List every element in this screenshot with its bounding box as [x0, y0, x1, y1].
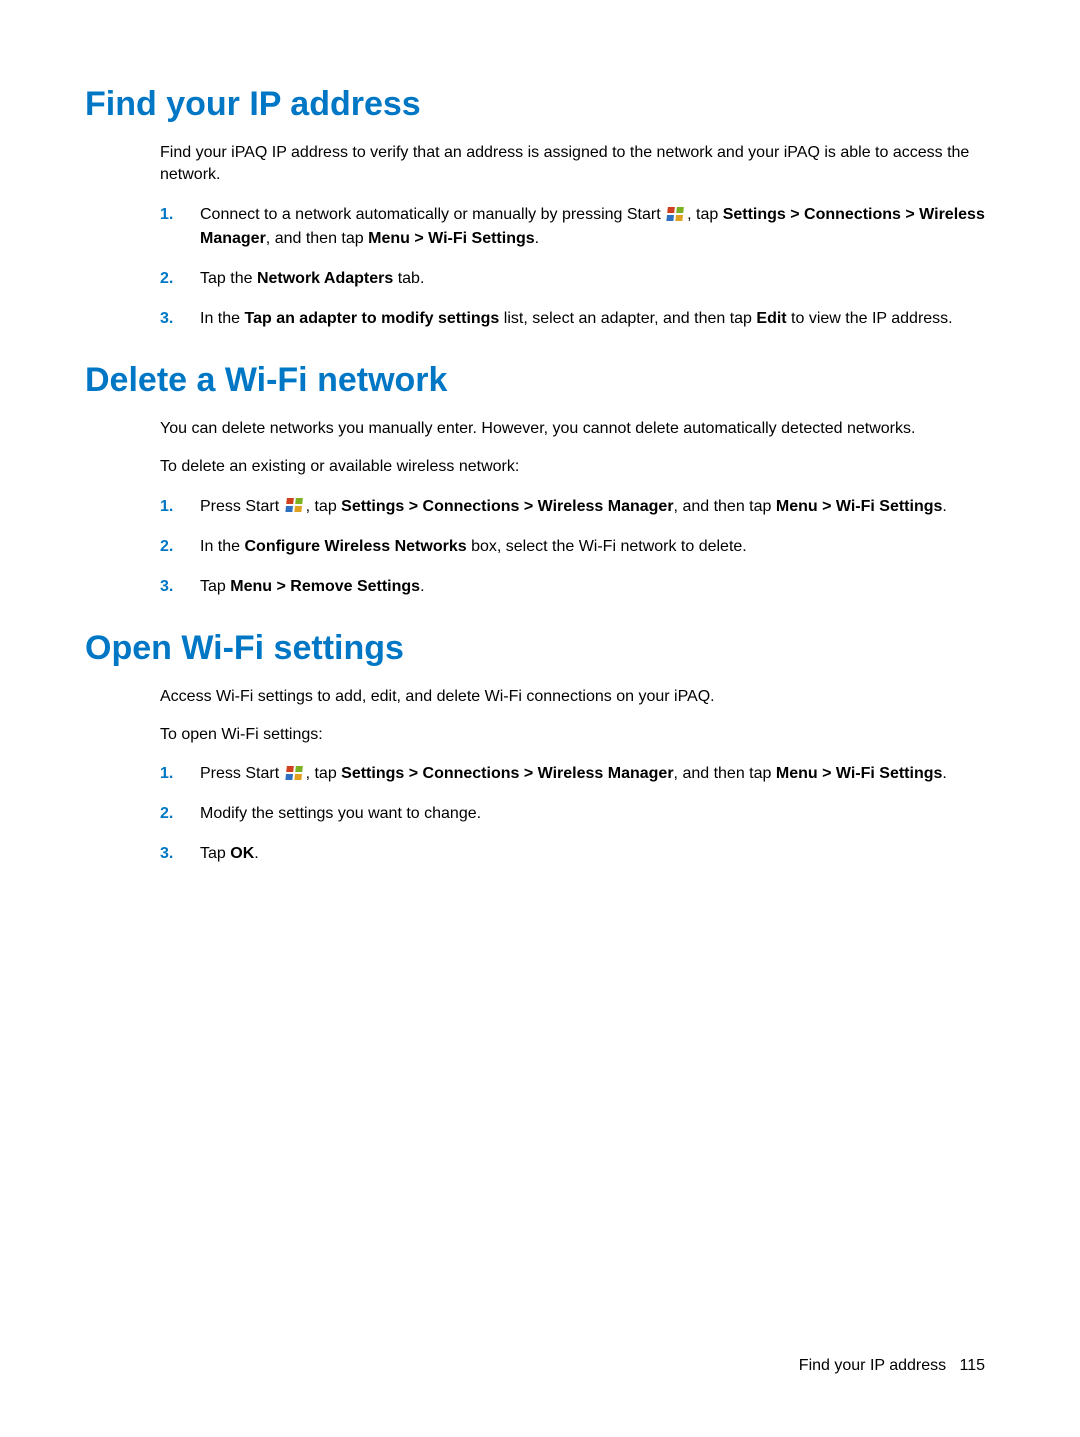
intro-text-3b: To open Wi-Fi settings:: [160, 724, 985, 746]
list-item: 2. Modify the settings you want to chang…: [160, 802, 985, 826]
text-fragment: list, select an adapter, and then tap: [499, 310, 756, 327]
page-footer: Find your IP address 115: [799, 1357, 985, 1375]
bold-text: Network Adapters: [257, 270, 393, 287]
list-item: 3. In the Tap an adapter to modify setti…: [160, 307, 985, 331]
bold-text: Menu > Remove Settings: [230, 578, 420, 595]
step-number: 2.: [160, 267, 200, 291]
text-fragment: .: [942, 498, 946, 515]
bold-text: Configure Wireless Networks: [244, 538, 466, 555]
document-page: Find your IP address Find your iPAQ IP a…: [0, 0, 1080, 942]
text-fragment: Tap: [200, 845, 230, 862]
step-number: 3.: [160, 575, 200, 599]
list-item: 2. In the Configure Wireless Networks bo…: [160, 535, 985, 559]
list-item: 3. Tap Menu > Remove Settings.: [160, 575, 985, 599]
step-number: 1.: [160, 203, 200, 251]
step-content: Tap Menu > Remove Settings.: [200, 575, 985, 599]
text-fragment: .: [535, 230, 539, 247]
text-fragment: , tap: [306, 765, 342, 782]
page-number: 115: [959, 1357, 985, 1374]
start-icon: [286, 766, 304, 782]
text-fragment: Press Start: [200, 765, 284, 782]
text-fragment: , and then tap: [674, 765, 776, 782]
step-content: Connect to a network automatically or ma…: [200, 203, 985, 251]
bold-text: Settings > Connections > Wireless Manage…: [341, 498, 673, 515]
text-fragment: , and then tap: [674, 498, 776, 515]
step-content: Press Start , tap Settings > Connections…: [200, 762, 985, 786]
text-fragment: , tap: [306, 498, 342, 515]
step-number: 1.: [160, 495, 200, 519]
text-fragment: to view the IP address.: [787, 310, 953, 327]
list-item: 2. Tap the Network Adapters tab.: [160, 267, 985, 291]
list-item: 1. Connect to a network automatically or…: [160, 203, 985, 251]
text-fragment: Connect to a network automatically or ma…: [200, 206, 665, 223]
intro-text-1: Find your iPAQ IP address to verify that…: [160, 142, 985, 187]
heading-find-ip: Find your IP address: [85, 85, 985, 124]
start-icon: [667, 207, 685, 223]
text-fragment: .: [254, 845, 258, 862]
text-fragment: Tap: [200, 578, 230, 595]
bold-text: Menu > Wi-Fi Settings: [368, 230, 535, 247]
bold-text: Menu > Wi-Fi Settings: [776, 765, 943, 782]
intro-text-2b: To delete an existing or available wirel…: [160, 456, 985, 478]
list-item: 3. Tap OK.: [160, 842, 985, 866]
text-fragment: Press Start: [200, 498, 284, 515]
intro-text-2: You can delete networks you manually ent…: [160, 418, 985, 440]
heading-delete-wifi: Delete a Wi-Fi network: [85, 361, 985, 400]
text-fragment: .: [420, 578, 424, 595]
step-content: Tap OK.: [200, 842, 985, 866]
text-fragment: Tap the: [200, 270, 257, 287]
step-number: 1.: [160, 762, 200, 786]
step-number: 3.: [160, 307, 200, 331]
bold-text: Settings > Connections > Wireless Manage…: [341, 765, 673, 782]
text-fragment: , tap: [687, 206, 723, 223]
step-content: In the Configure Wireless Networks box, …: [200, 535, 985, 559]
step-number: 2.: [160, 535, 200, 559]
step-content: Tap the Network Adapters tab.: [200, 267, 985, 291]
step-number: 2.: [160, 802, 200, 826]
step-number: 3.: [160, 842, 200, 866]
list-item: 1. Press Start , tap Settings > Connecti…: [160, 495, 985, 519]
step-content: Modify the settings you want to change.: [200, 802, 985, 826]
text-fragment: , and then tap: [266, 230, 368, 247]
step-content: Press Start , tap Settings > Connections…: [200, 495, 985, 519]
step-content: In the Tap an adapter to modify settings…: [200, 307, 985, 331]
text-fragment: tab.: [393, 270, 424, 287]
text-fragment: box, select the Wi-Fi network to delete.: [467, 538, 747, 555]
intro-text-3: Access Wi-Fi settings to add, edit, and …: [160, 686, 985, 708]
bold-text: OK: [230, 845, 254, 862]
list-item: 1. Press Start , tap Settings > Connecti…: [160, 762, 985, 786]
text-fragment: In the: [200, 310, 244, 327]
bold-text: Tap an adapter to modify settings: [244, 310, 499, 327]
text-fragment: In the: [200, 538, 244, 555]
bold-text: Menu > Wi-Fi Settings: [776, 498, 943, 515]
heading-open-wifi: Open Wi-Fi settings: [85, 629, 985, 668]
footer-text: Find your IP address: [799, 1357, 946, 1374]
text-fragment: .: [942, 765, 946, 782]
start-icon: [286, 498, 304, 514]
bold-text: Edit: [756, 310, 786, 327]
